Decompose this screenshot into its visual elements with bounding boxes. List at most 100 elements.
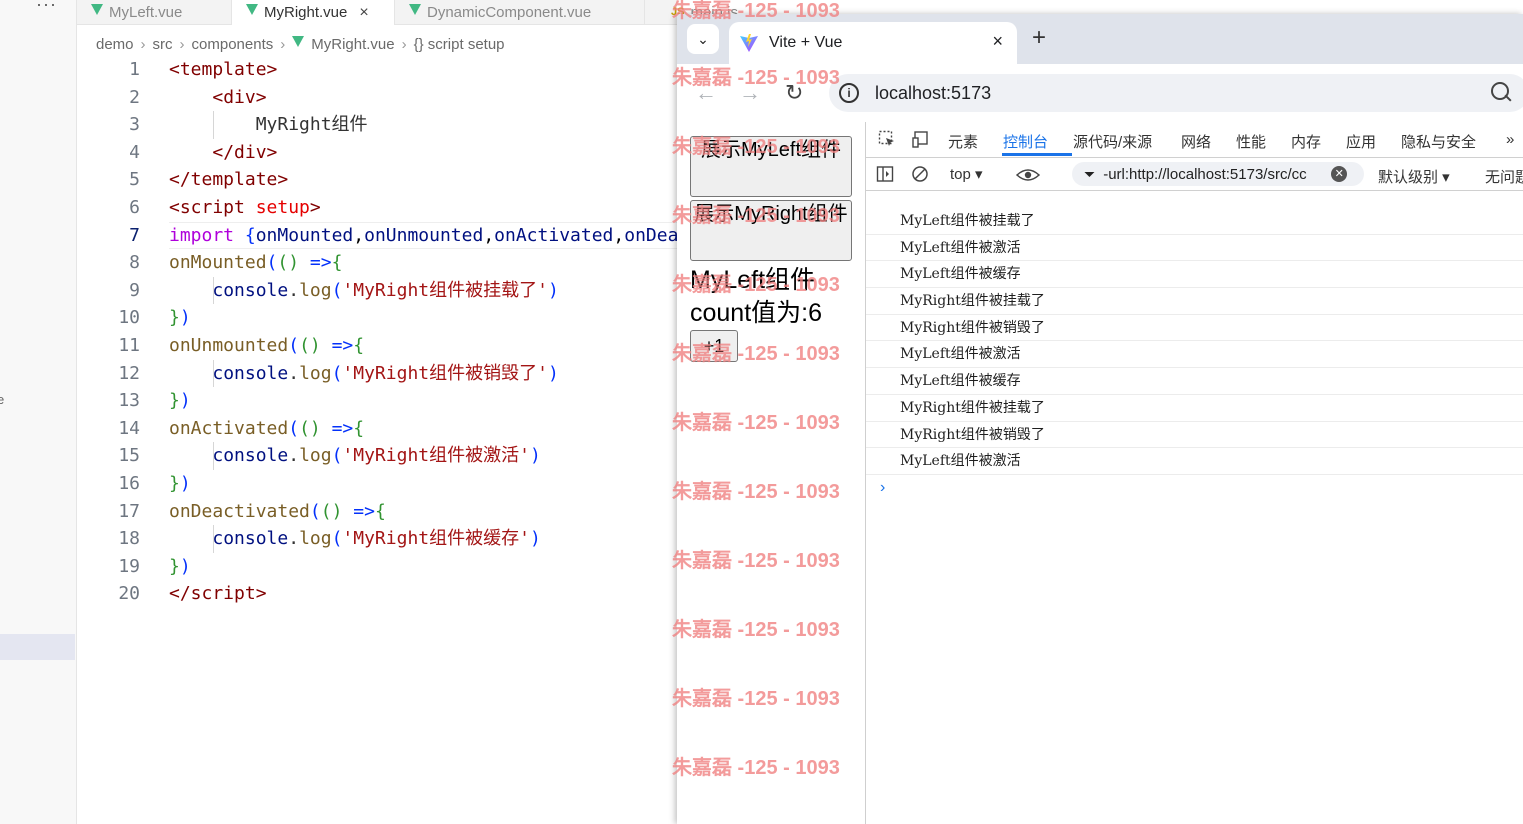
inspect-element-icon[interactable] bbox=[878, 130, 896, 148]
url-text: localhost:5173 bbox=[875, 82, 992, 103]
tab-list-button[interactable]: ⌄ bbox=[687, 24, 719, 54]
count-heading: MyLeft组件count值为:6 bbox=[690, 266, 823, 327]
devtools-panel: 元素 控制台 源代码/来源 网络 性能 内存 应用 隐私与安全 » top ▾ bbox=[866, 122, 1523, 824]
line-number: 14 bbox=[118, 417, 140, 439]
clear-console-icon[interactable] bbox=[911, 165, 929, 183]
site-info-icon[interactable]: i bbox=[839, 83, 859, 103]
code-line: <script setup> bbox=[169, 196, 321, 218]
show-myright-button[interactable]: 展示MyRight组件 bbox=[690, 200, 852, 261]
code-editor[interactable]: <template> <div> MyRight组件 </div> </temp… bbox=[169, 56, 677, 608]
close-icon[interactable]: × bbox=[359, 4, 368, 22]
console-log-row[interactable]: MyRight组件被挂载了 bbox=[866, 395, 1523, 422]
line-number: 12 bbox=[118, 362, 140, 384]
breadcrumb-item[interactable]: MyRight.vue bbox=[311, 36, 394, 53]
devtools-tab[interactable]: 元素 bbox=[948, 131, 978, 152]
more-tabs-icon[interactable]: » bbox=[1506, 131, 1514, 148]
sidebar-text-fragment: e bbox=[0, 392, 5, 407]
filter-text: -url:http://localhost:5173/src/cc bbox=[1103, 165, 1307, 183]
console-log-row[interactable]: MyLeft组件被缓存 bbox=[866, 368, 1523, 395]
sidebar-selected-row[interactable] bbox=[0, 634, 75, 660]
code-line: </template> bbox=[169, 169, 289, 191]
increment-button[interactable]: +1 bbox=[690, 330, 738, 362]
live-expression-eye-icon[interactable] bbox=[1016, 166, 1040, 184]
code-line: }) bbox=[169, 472, 191, 494]
device-toolbar-icon[interactable] bbox=[912, 130, 930, 148]
line-number: 20 bbox=[118, 583, 140, 605]
console-messages: MyLeft组件被挂载了 MyLeft组件被激活 MyLeft组件被缓存 MyRigh… bbox=[866, 208, 1523, 475]
console-log-row[interactable]: MyRight组件被销毁了 bbox=[866, 422, 1523, 449]
console-log-row[interactable]: MyRight组件被销毁了 bbox=[866, 315, 1523, 342]
page-viewport: 展示MyLeft组件 展示MyRight组件 MyLeft组件count值为:6… bbox=[677, 122, 866, 824]
tab-dynamiccomponent[interactable]: DynamicComponent.vue bbox=[395, 0, 645, 24]
code-line: onDeactivated(() =>{ bbox=[169, 500, 386, 522]
code-line: console.log('MyRight组件被销毁了') bbox=[169, 359, 677, 388]
more-actions-icon[interactable]: ··· bbox=[36, 0, 57, 15]
breadcrumb-item[interactable]: demo bbox=[96, 36, 134, 53]
editor-tabs: MyLeft.vue MyRight.vue × DynamicComponen… bbox=[77, 0, 738, 25]
tab-myleft[interactable]: MyLeft.vue bbox=[77, 0, 232, 24]
console-log-row[interactable]: MyLeft组件被挂载了 bbox=[866, 208, 1523, 235]
vue-file-icon bbox=[409, 3, 421, 15]
console-prompt-icon[interactable]: › bbox=[880, 479, 885, 497]
breadcrumb-item[interactable]: {} script setup bbox=[414, 36, 505, 53]
chevron-right-icon: › bbox=[140, 35, 146, 53]
devtools-tab[interactable]: 应用 bbox=[1346, 131, 1376, 152]
code-line: }) bbox=[169, 307, 191, 329]
line-number: 7 bbox=[129, 224, 140, 246]
breadcrumb-item[interactable]: src bbox=[153, 36, 173, 53]
sidebar-toggle-icon[interactable] bbox=[876, 165, 894, 183]
new-tab-button[interactable]: + bbox=[1032, 24, 1046, 52]
line-number: 2 bbox=[129, 86, 140, 108]
console-log-row[interactable]: MyLeft组件被缓存 bbox=[866, 261, 1523, 289]
line-number: 8 bbox=[129, 252, 140, 274]
devtools-tab[interactable]: 隐私与安全 bbox=[1401, 131, 1476, 152]
close-tab-icon[interactable]: × bbox=[992, 31, 1003, 52]
line-number: 18 bbox=[118, 528, 140, 550]
show-myleft-button[interactable]: 展示MyLeft组件 bbox=[690, 136, 852, 197]
console-log-row[interactable]: MyLeft组件被激活 bbox=[866, 448, 1523, 475]
code-line: console.log('MyRight组件被挂载了') bbox=[169, 276, 677, 305]
vue-file-icon bbox=[246, 4, 258, 15]
line-number-gutter: 1 2 3 4 5 6 7 8 9 10 11 12 13 14 15 16 17 18 19 20 bbox=[100, 56, 140, 608]
active-tab-indicator bbox=[1002, 153, 1072, 156]
line-number: 19 bbox=[118, 555, 140, 577]
devtools-tab[interactable]: 性能 bbox=[1236, 131, 1266, 152]
devtools-tab-active[interactable]: 控制台 bbox=[1003, 131, 1048, 152]
back-arrow-icon[interactable]: ← bbox=[695, 80, 717, 106]
log-levels-select[interactable]: 默认级别 ▾ bbox=[1378, 166, 1450, 187]
browser-window: ⌄ Vite + Vue × + ← → ↻ i localhost:5173 … bbox=[677, 14, 1523, 824]
vite-logo-icon bbox=[740, 34, 758, 52]
console-filter-input[interactable]: ⏷ -url:http://localhost:5173/src/cc ✕ bbox=[1072, 162, 1364, 186]
tab-label: MyRight.vue bbox=[264, 4, 348, 21]
forward-arrow-icon[interactable]: → bbox=[739, 80, 761, 106]
devtools-tab[interactable]: 内存 bbox=[1291, 131, 1321, 152]
issues-counter[interactable]: 无问题 bbox=[1485, 166, 1523, 187]
devtools-tab[interactable]: 网络 bbox=[1181, 131, 1211, 152]
context-select[interactable]: top ▾ bbox=[950, 165, 983, 183]
clear-filter-icon[interactable]: ✕ bbox=[1331, 166, 1348, 182]
filter-icon: ⏷ bbox=[1084, 165, 1096, 182]
levels-value: 默认级别 bbox=[1378, 169, 1439, 186]
context-value: top bbox=[950, 166, 971, 183]
line-number: 17 bbox=[118, 500, 140, 522]
code-line: </script> bbox=[169, 583, 267, 605]
address-bar[interactable]: i localhost:5173 bbox=[829, 74, 1523, 112]
line-number: 9 bbox=[129, 279, 140, 301]
console-log-row[interactable]: MyRight组件被挂载了 bbox=[866, 288, 1523, 315]
vue-file-icon bbox=[292, 35, 305, 47]
devtools-tab[interactable]: 源代码/来源 bbox=[1073, 131, 1152, 152]
line-number: 10 bbox=[118, 307, 140, 329]
zoom-icon[interactable] bbox=[1491, 82, 1509, 100]
console-log-row[interactable]: MyLeft组件被激活 bbox=[866, 341, 1523, 369]
line-number: 11 bbox=[118, 334, 140, 356]
line-number: 16 bbox=[118, 472, 140, 494]
dropdown-arrow-icon: ▾ bbox=[975, 166, 983, 183]
breadcrumb-item[interactable]: components bbox=[192, 36, 274, 53]
code-line: <div> bbox=[212, 86, 267, 108]
browser-tab[interactable]: Vite + Vue × bbox=[729, 22, 1017, 64]
console-log-row[interactable]: MyLeft组件被激活 bbox=[866, 235, 1523, 262]
reload-icon[interactable]: ↻ bbox=[785, 80, 803, 106]
vue-file-icon bbox=[91, 3, 103, 15]
chevron-down-icon: ⌄ bbox=[697, 30, 709, 47]
tab-myright[interactable]: MyRight.vue × bbox=[232, 0, 395, 25]
